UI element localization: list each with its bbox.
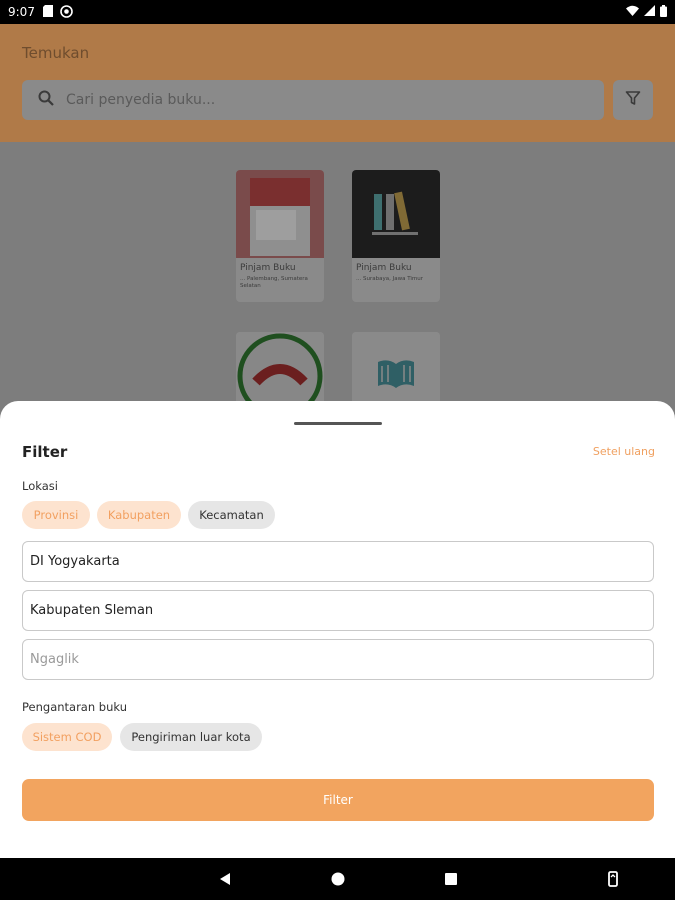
wifi-icon — [626, 5, 639, 19]
reset-button[interactable]: Setel ulang — [593, 445, 655, 458]
search-placeholder: Cari penyedia buku... — [66, 92, 216, 108]
funnel-icon — [625, 90, 641, 110]
search-icon — [38, 90, 54, 110]
status-bar: 9:07 — [0, 0, 675, 24]
provider-thumbnail — [236, 170, 324, 258]
rotate-icon[interactable] — [605, 871, 621, 887]
search-input[interactable]: Cari penyedia buku... — [22, 80, 604, 120]
filter-submit-button[interactable]: Filter — [22, 779, 654, 821]
district-field[interactable]: Ngaglik — [22, 639, 654, 680]
sd-card-icon — [42, 5, 53, 19]
filter-button[interactable] — [613, 80, 653, 120]
drag-handle[interactable] — [294, 422, 382, 425]
back-icon[interactable] — [217, 871, 233, 887]
provider-card[interactable]: Pinjam Buku ... Surabaya, Jawa Timur — [352, 170, 440, 302]
chip-kecamatan[interactable]: Kecamatan — [188, 501, 275, 529]
chip-kabupaten[interactable]: Kabupaten — [97, 501, 181, 529]
card-location: ... Palembang, Sumatera Selatan — [240, 276, 308, 289]
navigation-bar — [0, 858, 675, 900]
delivery-label: Pengantaran buku — [22, 700, 127, 714]
regency-field[interactable]: Kabupaten Sleman — [22, 590, 654, 631]
circle-notification-icon — [60, 4, 73, 20]
card-title: Pinjam Buku — [240, 263, 296, 273]
signal-icon — [644, 5, 655, 19]
filter-bottom-sheet: Filter Setel ulang Lokasi Provinsi Kabup… — [0, 401, 675, 858]
filter-title: Filter — [22, 443, 68, 461]
provider-card[interactable]: Pinjam Buku ... Palembang, Sumatera Sela… — [236, 170, 324, 302]
app-header: Temukan Cari penyedia buku... — [0, 24, 675, 142]
location-label: Lokasi — [22, 479, 58, 493]
status-time: 9:07 — [8, 5, 35, 19]
battery-icon — [660, 4, 667, 20]
province-field[interactable]: DI Yogyakarta — [22, 541, 654, 582]
chip-sistem-cod[interactable]: Sistem COD — [22, 723, 112, 751]
card-title: Pinjam Buku — [356, 263, 412, 273]
chip-pengiriman-luar-kota[interactable]: Pengiriman luar kota — [120, 723, 262, 751]
card-location: ... Surabaya, Jawa Timur — [356, 276, 424, 282]
chip-provinsi[interactable]: Provinsi — [22, 501, 90, 529]
home-icon[interactable] — [330, 871, 346, 887]
provider-thumbnail — [352, 170, 440, 258]
page-title: Temukan — [22, 44, 90, 62]
recents-icon[interactable] — [443, 871, 459, 887]
